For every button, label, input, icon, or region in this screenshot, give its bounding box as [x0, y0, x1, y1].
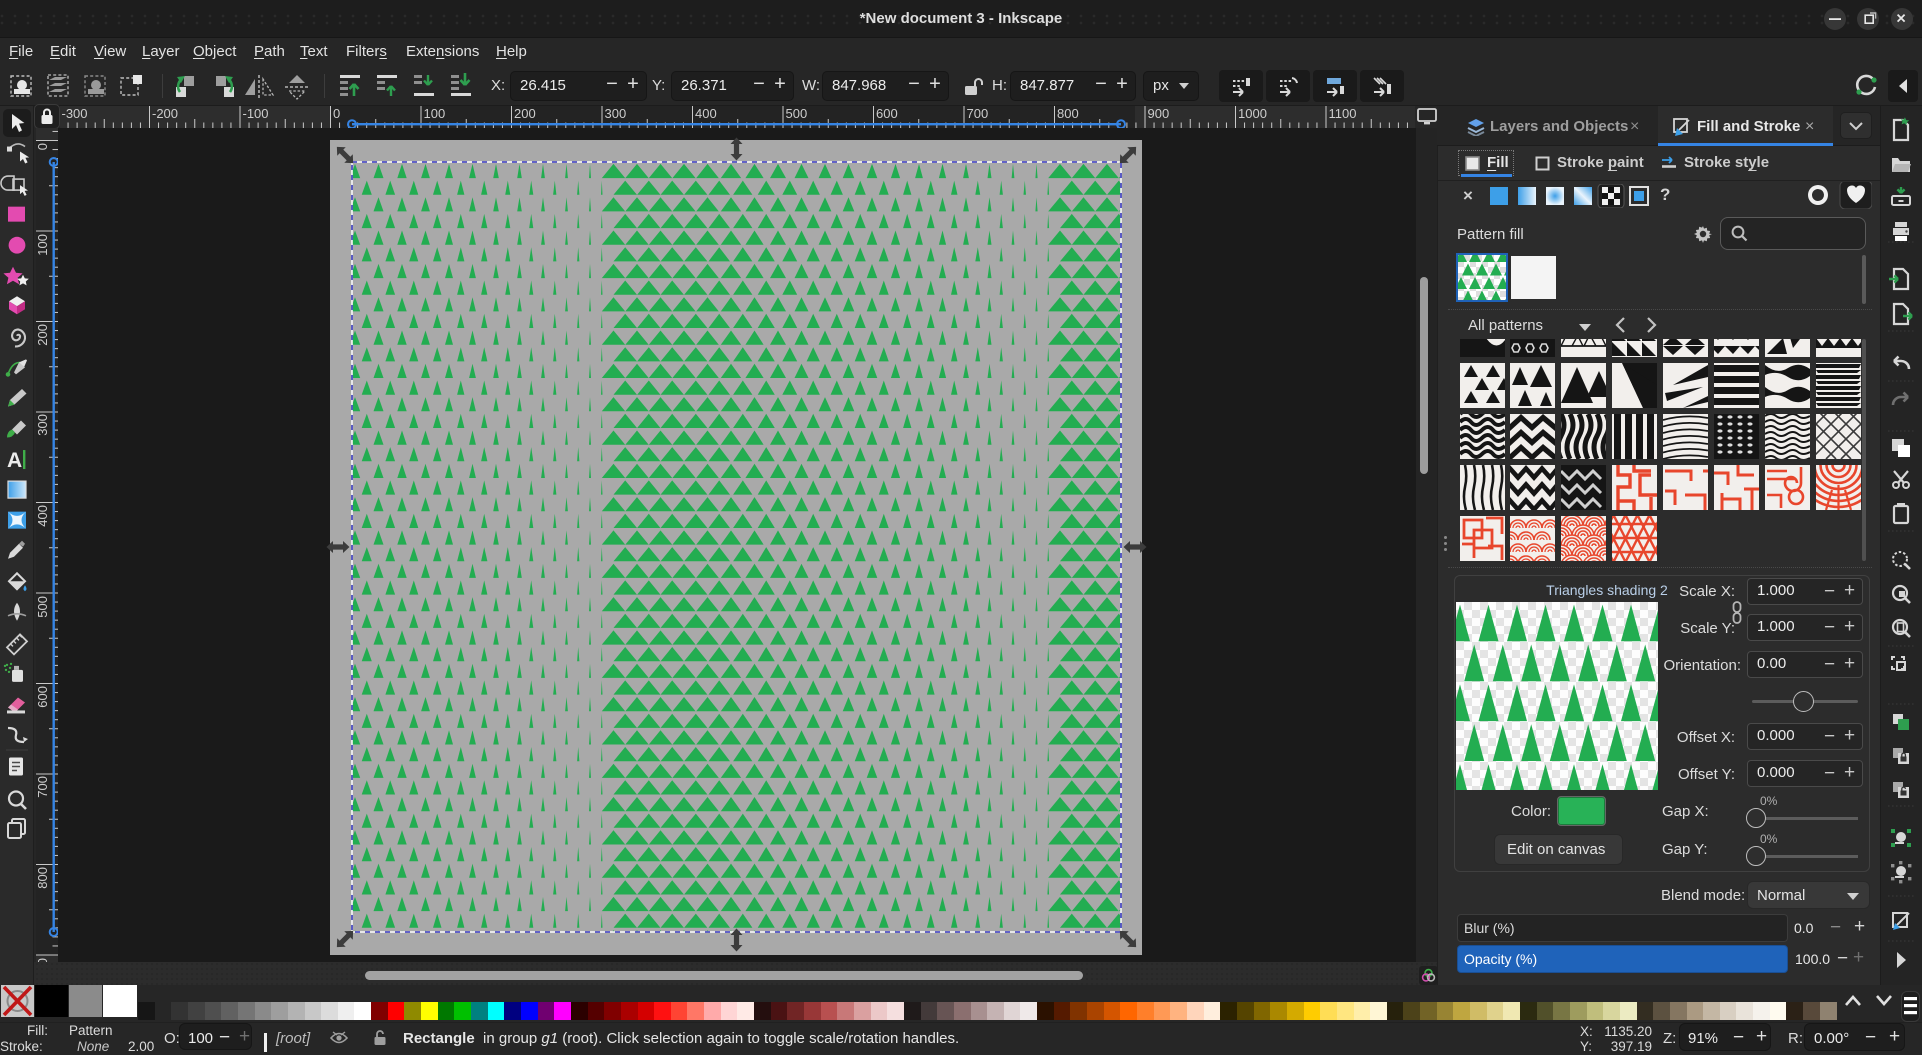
svg-text:500: 500	[786, 106, 808, 121]
svg-text:100: 100	[424, 106, 446, 121]
svg-text:800: 800	[36, 867, 50, 889]
svg-text:0: 0	[333, 106, 340, 121]
svg-text:600: 600	[876, 106, 898, 121]
svg-text:0: 0	[36, 143, 50, 150]
svg-text:700: 700	[36, 776, 50, 798]
svg-text:500: 500	[36, 596, 50, 618]
svg-text:300: 300	[605, 106, 627, 121]
svg-text:900: 900	[1148, 106, 1170, 121]
svg-text:-100: -100	[243, 106, 269, 121]
svg-text:600: 600	[36, 686, 50, 708]
svg-text:1000: 1000	[1238, 106, 1267, 121]
svg-text:800: 800	[1057, 106, 1079, 121]
svg-text:400: 400	[36, 505, 50, 527]
svg-text:400: 400	[695, 106, 717, 121]
svg-text:A: A	[7, 449, 22, 472]
svg-text:200: 200	[514, 106, 536, 121]
svg-text:100: 100	[36, 234, 50, 256]
svg-text:-300: -300	[62, 106, 88, 121]
svg-text:300: 300	[36, 414, 50, 436]
svg-text:200: 200	[36, 324, 50, 346]
svg-text:1100: 1100	[1329, 106, 1357, 121]
svg-text:700: 700	[967, 106, 989, 121]
svg-text:-200: -200	[152, 106, 178, 121]
